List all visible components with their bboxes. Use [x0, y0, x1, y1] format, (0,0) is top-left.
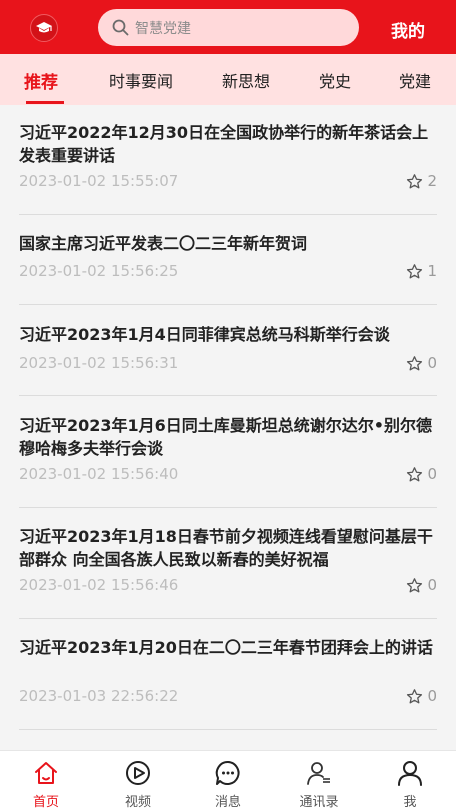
article-date: 2023-01-02 15:56:31: [19, 354, 179, 372]
tab-new-thought[interactable]: 新思想: [222, 68, 270, 92]
divider: [19, 304, 437, 305]
article-meta: 2023-01-03 22:56:22 0: [19, 687, 437, 707]
home-icon: [32, 759, 60, 787]
article-meta: 2023-01-02 15:56:25 1: [19, 262, 437, 282]
star-icon: [407, 263, 423, 278]
nav-label: 我: [403, 795, 417, 810]
star-count: 2: [427, 172, 437, 190]
search-bar[interactable]: 智慧党建: [98, 9, 359, 46]
contacts-icon: [305, 759, 333, 787]
category-tabs: 推荐 时事要闻 新思想 党史 党建: [0, 54, 456, 105]
list-item[interactable]: 习近平2023年1月4日同菲律宾总统马科斯举行会谈 2023-01-02 15:…: [19, 323, 437, 372]
list-item[interactable]: 习近平2023年1月18日春节前夕视频连线看望慰问基层干部群众 向全国各族人民致…: [19, 525, 437, 594]
app-header: 智慧党建 我的: [0, 0, 456, 54]
star-icon: [407, 577, 423, 592]
article-date: 2023-01-02 15:55:07: [19, 172, 179, 190]
message-icon: [214, 759, 242, 787]
divider: [19, 507, 437, 508]
article-date: 2023-01-02 15:56:25: [19, 262, 179, 280]
article-meta: 2023-01-02 15:56:46 0: [19, 576, 437, 596]
divider: [19, 729, 437, 730]
star-icon: [407, 355, 423, 370]
article-title[interactable]: 习近平2022年12月30日在全国政协举行的新年茶话会上发表重要讲话: [19, 121, 437, 167]
star-button[interactable]: 1: [406, 262, 437, 280]
nav-video[interactable]: 视频: [103, 751, 173, 810]
divider: [19, 395, 437, 396]
active-tab-indicator: [26, 101, 64, 104]
user-icon: [396, 759, 424, 787]
article-title[interactable]: 习近平2023年1月4日同菲律宾总统马科斯举行会谈: [19, 323, 437, 346]
star-count: 0: [427, 576, 437, 594]
article-date: 2023-01-03 22:56:22: [19, 687, 179, 705]
tab-party-building[interactable]: 党建: [399, 68, 431, 92]
tab-party-history[interactable]: 党史: [319, 68, 351, 92]
list-item[interactable]: 习近平2023年1月20日在二〇二三年春节团拜会上的讲话 2023-01-03 …: [19, 636, 437, 705]
search-placeholder: 智慧党建: [135, 20, 191, 37]
nav-contacts[interactable]: 通讯录: [284, 751, 354, 810]
play-icon: [124, 759, 152, 787]
article-date: 2023-01-02 15:56:46: [19, 576, 179, 594]
star-button[interactable]: 0: [406, 354, 437, 372]
graduation-cap-glyph: [36, 22, 52, 33]
article-meta: 2023-01-02 15:55:07 2: [19, 172, 437, 192]
star-icon: [407, 688, 423, 703]
star-button[interactable]: 0: [406, 465, 437, 483]
article-title[interactable]: 国家主席习近平发表二〇二三年新年贺词: [19, 232, 437, 255]
mine-link[interactable]: 我的: [391, 17, 425, 42]
star-count: 0: [427, 687, 437, 705]
star-button[interactable]: 0: [406, 687, 437, 705]
search-icon: [112, 19, 129, 36]
nav-label: 视频: [124, 795, 151, 810]
star-count: 1: [427, 262, 437, 280]
nav-messages[interactable]: 消息: [193, 751, 263, 810]
nav-home[interactable]: 首页: [11, 751, 81, 810]
list-item[interactable]: 习近平2023年1月6日同土库曼斯坦总统谢尔达尔•别尔德穆哈梅多夫举行会谈 20…: [19, 414, 437, 483]
article-title[interactable]: 习近平2023年1月20日在二〇二三年春节团拜会上的讲话: [19, 636, 437, 659]
nav-me[interactable]: 我: [375, 751, 445, 810]
article-date: 2023-01-02 15:56:40: [19, 465, 179, 483]
article-meta: 2023-01-02 15:56:40 0: [19, 465, 437, 485]
divider: [19, 618, 437, 619]
star-count: 0: [427, 354, 437, 372]
star-button[interactable]: 0: [406, 576, 437, 594]
divider: [19, 214, 437, 215]
article-title[interactable]: 习近平2023年1月6日同土库曼斯坦总统谢尔达尔•别尔德穆哈梅多夫举行会谈: [19, 414, 437, 460]
star-icon: [407, 466, 423, 481]
nav-label: 首页: [32, 795, 59, 810]
article-meta: 2023-01-02 15:56:31 0: [19, 354, 437, 374]
graduation-cap-icon[interactable]: [30, 14, 58, 42]
star-count: 0: [427, 465, 437, 483]
article-title[interactable]: 习近平2023年1月18日春节前夕视频连线看望慰问基层干部群众 向全国各族人民致…: [19, 525, 437, 571]
list-item[interactable]: 习近平2022年12月30日在全国政协举行的新年茶话会上发表重要讲话 2023-…: [19, 121, 437, 190]
star-button[interactable]: 2: [406, 172, 437, 190]
nav-label: 消息: [214, 795, 241, 810]
nav-label: 通讯录: [299, 795, 339, 810]
tab-recommend[interactable]: 推荐: [24, 68, 58, 93]
tab-current-affairs[interactable]: 时事要闻: [109, 68, 173, 92]
bottom-nav: 首页 视频 消息 通讯录 我: [0, 750, 456, 810]
list-item[interactable]: 国家主席习近平发表二〇二三年新年贺词 2023-01-02 15:56:25 1: [19, 232, 437, 280]
star-icon: [407, 173, 423, 188]
